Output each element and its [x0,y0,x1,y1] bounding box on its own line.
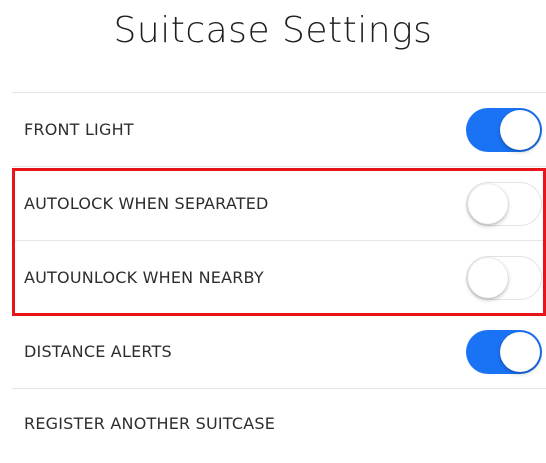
setting-label: AUTOLOCK WHEN SEPARATED [24,194,269,213]
page-title: Suitcase Settings [113,10,433,51]
setting-label: FRONT LIGHT [24,120,134,139]
toggle-knob [500,110,540,150]
autolock-toggle[interactable] [466,182,542,226]
autounlock-toggle[interactable] [466,256,542,300]
setting-label: DISTANCE ALERTS [24,342,172,361]
setting-row-autounlock: AUTOUNLOCK WHEN NEARBY [12,240,546,314]
register-suitcase-label: REGISTER ANOTHER SUITCASE [24,414,276,433]
setting-row-front-light: FRONT LIGHT [12,92,546,166]
setting-row-distance-alerts: DISTANCE ALERTS [12,314,546,388]
setting-row-autolock: AUTOLOCK WHEN SEPARATED [12,166,546,240]
distance-alerts-toggle[interactable] [466,330,542,374]
setting-label: AUTOUNLOCK WHEN NEARBY [24,268,264,287]
front-light-toggle[interactable] [466,108,542,152]
toggle-knob [468,257,508,298]
toggle-knob [500,332,540,372]
toggle-knob [468,183,508,224]
settings-list: FRONT LIGHT AUTOLOCK WHEN SEPARATED AUTO… [12,92,546,448]
register-suitcase-row[interactable]: REGISTER ANOTHER SUITCASE [12,388,546,448]
